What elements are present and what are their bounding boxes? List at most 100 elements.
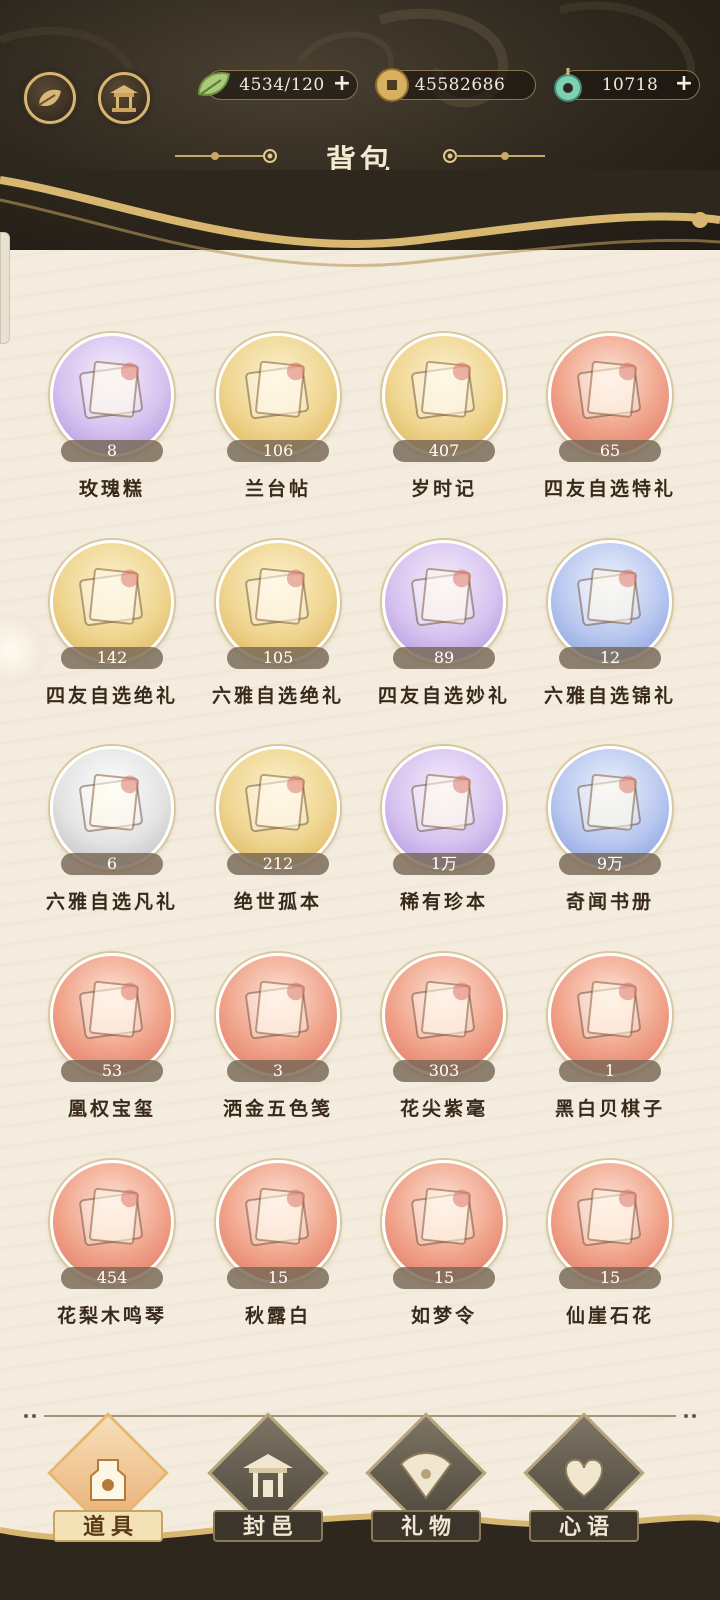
inventory-item[interactable]: 8 玫瑰糕 bbox=[37, 330, 187, 520]
jewel-box-icon bbox=[245, 567, 309, 627]
inventory-item[interactable]: 89 四友自选妙礼 bbox=[369, 537, 519, 727]
item-count-badge: 105 bbox=[227, 647, 329, 669]
tab-label: 道具 bbox=[53, 1510, 163, 1542]
item-name: 凰权宝玺 bbox=[67, 1098, 156, 1120]
brush-icon bbox=[411, 980, 475, 1040]
tab-whispers[interactable]: 心语 bbox=[523, 1412, 645, 1560]
item-count-badge: 8 bbox=[61, 440, 163, 462]
unique-book-icon bbox=[245, 773, 309, 833]
side-drawer-tab[interactable] bbox=[0, 232, 10, 344]
item-name: 岁时记 bbox=[410, 478, 477, 500]
item-count-badge: 303 bbox=[393, 1060, 495, 1082]
inventory-item[interactable]: 106 兰台帖 bbox=[203, 330, 353, 520]
orchid-letter-icon bbox=[245, 360, 309, 420]
add-jade-button[interactable]: + bbox=[673, 73, 695, 96]
inventory-item[interactable]: 9万奇闻书册 bbox=[535, 743, 685, 933]
jade-resource: 10718 + bbox=[554, 68, 700, 102]
item-frame bbox=[382, 333, 506, 457]
item-name: 秋露白 bbox=[244, 1305, 311, 1327]
add-stamina-button[interactable]: + bbox=[331, 73, 353, 96]
item-frame bbox=[50, 1160, 174, 1284]
item-name: 花尖紫毫 bbox=[399, 1098, 488, 1120]
heart-knot-icon bbox=[564, 1458, 604, 1498]
ginkgo-leaf-icon bbox=[38, 89, 61, 107]
footer-divider bbox=[24, 1414, 696, 1418]
item-frame bbox=[382, 953, 506, 1077]
flower-chest-icon bbox=[577, 567, 641, 627]
tab-gifts[interactable]: 礼物 bbox=[365, 1412, 487, 1560]
tab-fief[interactable]: 封邑 bbox=[207, 1412, 329, 1560]
item-frame bbox=[548, 1160, 672, 1284]
inventory-item[interactable]: 1 黑白贝棋子 bbox=[535, 950, 685, 1140]
item-count-badge: 212 bbox=[227, 853, 329, 875]
inventory-item[interactable]: 105 六雅自选绝礼 bbox=[203, 537, 353, 727]
item-count-badge: 454 bbox=[61, 1267, 163, 1289]
item-count-badge: 9万 bbox=[559, 853, 661, 875]
item-count-badge: 1 bbox=[559, 1060, 661, 1082]
inventory-item[interactable]: 3 洒金五色笺 bbox=[203, 950, 353, 1140]
gift-box-icon bbox=[577, 360, 641, 420]
item-frame bbox=[216, 540, 340, 664]
inventory-item[interactable]: 212 绝世孤本 bbox=[203, 743, 353, 933]
item-frame bbox=[50, 333, 174, 457]
inventory-item[interactable]: 15 秋露白 bbox=[203, 1157, 353, 1347]
title-ornament-right bbox=[443, 149, 545, 163]
palace-icon bbox=[243, 1454, 293, 1497]
inventory-item[interactable]: 15 仙崖石花 bbox=[535, 1157, 685, 1347]
item-name: 六雅自选凡礼 bbox=[45, 891, 178, 913]
go-stones-icon bbox=[577, 980, 641, 1040]
pavilion-icon bbox=[110, 85, 138, 112]
rare-book-icon bbox=[411, 773, 475, 833]
item-frame bbox=[382, 1160, 506, 1284]
inventory-item[interactable]: 454 花梨木鸣琴 bbox=[37, 1157, 187, 1347]
rose-cake-icon bbox=[79, 360, 143, 420]
phoenix-seal-icon bbox=[79, 980, 143, 1040]
item-frame bbox=[548, 746, 672, 870]
item-name: 奇闻书册 bbox=[565, 891, 654, 913]
gold-paper-icon bbox=[245, 980, 309, 1040]
item-count-badge: 65 bbox=[559, 440, 661, 462]
inventory-item[interactable]: 142 四友自选绝礼 bbox=[37, 537, 187, 727]
item-count-badge: 3 bbox=[227, 1060, 329, 1082]
item-name: 绝世孤本 bbox=[233, 891, 322, 913]
fan-icon bbox=[411, 1187, 475, 1247]
tab-label: 封邑 bbox=[213, 1510, 323, 1542]
inventory-item[interactable]: 53 凰权宝玺 bbox=[37, 950, 187, 1140]
inventory-item[interactable]: 1万 稀有珍本 bbox=[369, 743, 519, 933]
item-count-badge: 142 bbox=[61, 647, 163, 669]
inventory-item[interactable]: 65 四友自选特礼 bbox=[535, 330, 685, 520]
item-count-badge: 53 bbox=[61, 1060, 163, 1082]
item-count-badge: 407 bbox=[393, 440, 495, 462]
item-frame bbox=[50, 746, 174, 870]
inventory-item[interactable]: 407 岁时记 bbox=[369, 330, 519, 520]
folding-fan-icon bbox=[399, 1452, 453, 1500]
item-frame bbox=[382, 746, 506, 870]
item-count-badge: 15 bbox=[559, 1267, 661, 1289]
item-name: 稀有珍本 bbox=[399, 891, 488, 913]
item-name: 六雅自选锦礼 bbox=[543, 685, 676, 707]
go-box-icon bbox=[411, 567, 475, 627]
item-name: 仙崖石花 bbox=[565, 1305, 654, 1327]
item-frame bbox=[216, 953, 340, 1077]
teapot-icon bbox=[577, 1187, 641, 1247]
inventory-item[interactable]: 6 六雅自选凡礼 bbox=[37, 743, 187, 933]
item-count-badge: 106 bbox=[227, 440, 329, 462]
inventory-item[interactable]: 12 六雅自选锦礼 bbox=[535, 537, 685, 727]
item-name: 玫瑰糕 bbox=[78, 478, 145, 500]
inventory-item[interactable]: 15 如梦令 bbox=[369, 1157, 519, 1347]
item-name: 如梦令 bbox=[410, 1305, 477, 1327]
ginkgo-leaf-button[interactable] bbox=[24, 72, 76, 124]
almanac-book-icon bbox=[411, 360, 475, 420]
pavilion-button[interactable] bbox=[98, 72, 150, 124]
tab-label: 礼物 bbox=[371, 1510, 481, 1542]
inventory-item[interactable]: 303 花尖紫毫 bbox=[369, 950, 519, 1140]
item-frame bbox=[216, 333, 340, 457]
tab-props[interactable]: 道具 bbox=[47, 1412, 169, 1560]
item-frame bbox=[216, 1160, 340, 1284]
item-frame bbox=[50, 953, 174, 1077]
item-name: 四友自选绝礼 bbox=[45, 685, 178, 707]
item-frame bbox=[548, 540, 672, 664]
item-count-badge: 15 bbox=[227, 1267, 329, 1289]
pouch-icon bbox=[79, 773, 143, 833]
tale-book-icon bbox=[577, 773, 641, 833]
